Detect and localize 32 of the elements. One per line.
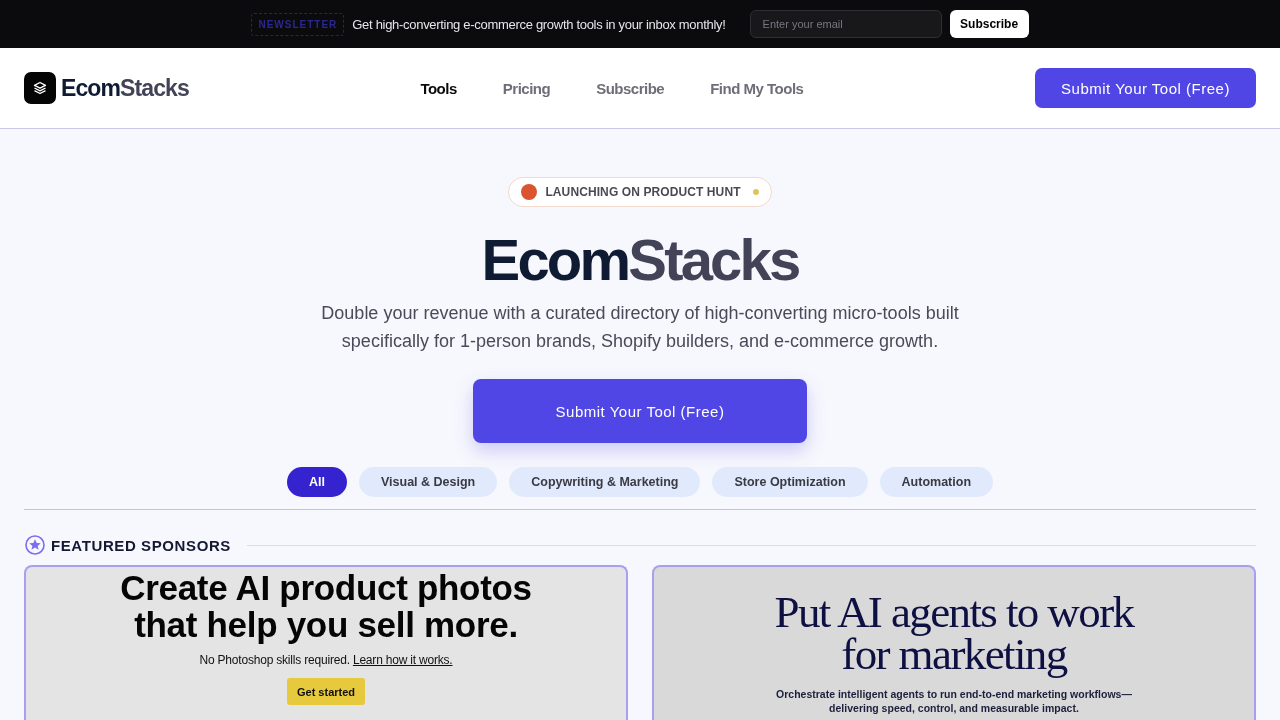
ad-text: Orchestrate intelligent agents to run end-to-end marketing workflows— delivering speed, control, and measurable impact. [776, 687, 1132, 715]
nav-link[interactable]: Subscribe [596, 79, 665, 97]
nav-link[interactable]: Find My Tools [710, 79, 804, 97]
badge-label: LAUNCHING ON PRODUCT HUNT [545, 185, 741, 199]
nav-link[interactable]: Pricing [502, 79, 551, 97]
product-hunt-badge[interactable]: LAUNCHING ON PRODUCT HUNT [508, 177, 772, 207]
learn-more-link[interactable]: Learn how it works. [352, 653, 453, 667]
nav-link[interactable]: Tools [420, 79, 457, 97]
hero-subtitle: Double your revenue with a curated directory of high-converting micro-tools built specifically for 1-person brands, Shopify builders, and e-commerce growth. [320, 302, 960, 353]
newsletter-label: NEWSLETTER [251, 12, 345, 36]
newsletter-message: Get high-converting e-commerce growth tools in your inbox monthly! [352, 16, 726, 32]
ad-text: No Photoshop skills required. Learn how it works. [199, 653, 453, 667]
email-input[interactable]: Enter your email [749, 10, 942, 38]
filter-chip[interactable]: All [287, 467, 347, 497]
star-badge-icon [25, 535, 45, 555]
filter-chip[interactable]: Visual & Design [358, 467, 498, 497]
filter-chip[interactable]: Automation [879, 467, 993, 497]
section-heading: FEATURED SPONSORS [51, 536, 231, 554]
logo-layers-icon [24, 72, 56, 104]
filter-chip[interactable]: Store Optimization [712, 467, 868, 497]
brand-name[interactable]: EcomStacks [61, 74, 189, 102]
subscribe-button[interactable]: Subscribe [949, 10, 1029, 38]
sponsor-ad-card[interactable]: Put AI agents to work for marketing Orchestrate intelligent agents to run end-to-end marketing workflows— delivering speed, control, and measurable impact. [652, 565, 1256, 720]
get-started-button[interactable]: Get started [286, 678, 366, 705]
submit-tool-button[interactable]: Submit Your Tool (Free) [1035, 68, 1256, 108]
status-dot-icon [752, 189, 759, 195]
sponsor-ad-card[interactable]: Create AI product photos that help you sell more. No Photoshop skills required. Learn how it works. Get started [24, 565, 628, 720]
submit-tool-button[interactable]: Submit Your Tool (Free) [473, 379, 807, 443]
ad-headline: Create AI product photos that help you sell more. [120, 569, 532, 643]
hero-title: EcomStacks [481, 227, 799, 293]
filter-chip[interactable]: Copywriting & Marketing [509, 467, 701, 497]
round-logo-icon [521, 184, 538, 200]
